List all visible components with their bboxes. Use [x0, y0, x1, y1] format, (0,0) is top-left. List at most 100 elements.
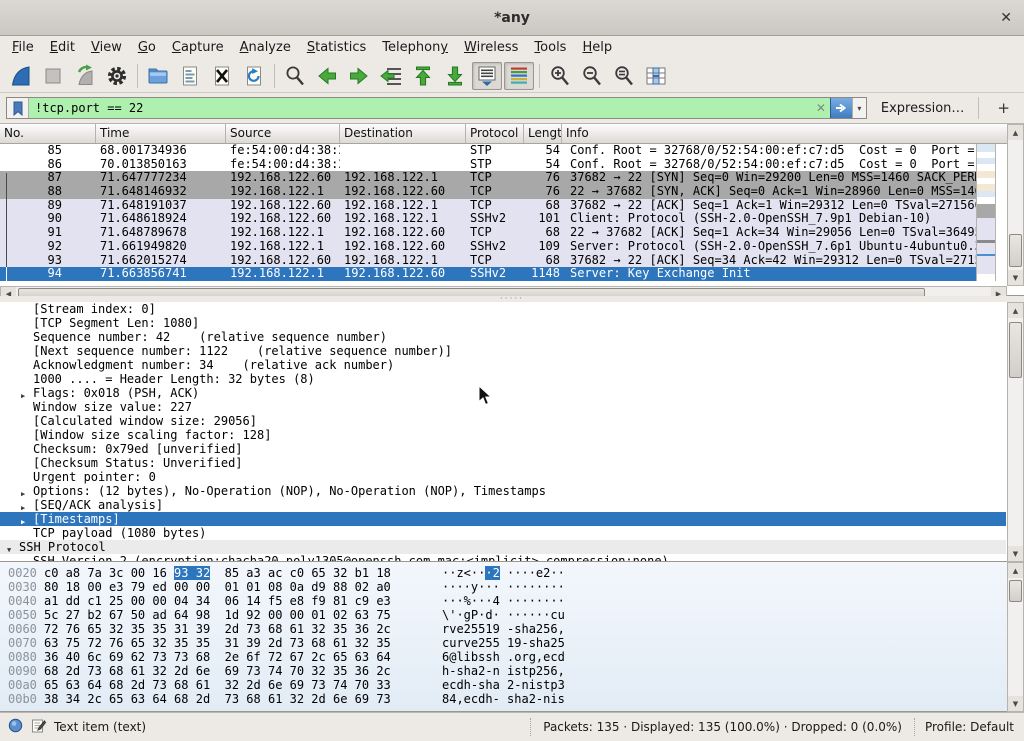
packet-row-94-selected[interactable]: 9471.663856741192.168.122.1192.168.122.6…: [0, 267, 976, 281]
detail-line[interactable]: [Stream index: 0]: [0, 302, 1006, 316]
expert-info-icon[interactable]: [8, 718, 23, 736]
capture-comment-icon[interactable]: [31, 718, 46, 736]
packet-row-85[interactable]: 8568.001734936fe:54:00:d4:38:2aSTP54Conf…: [0, 144, 976, 158]
detail-line-ssh-protocol[interactable]: ▼SSH Protocol: [0, 540, 1006, 554]
packet-row-87[interactable]: 8771.647777234192.168.122.60192.168.122.…: [0, 171, 976, 185]
packet-row-90[interactable]: 9071.648618924192.168.122.60192.168.122.…: [0, 212, 976, 226]
packet-bytes-pane: 0020c0 a8 7a 3c 00 16 93 32 85 a3 ac c0 …: [0, 562, 1024, 712]
close-icon[interactable]: ✕: [1000, 9, 1012, 27]
colorize-icon[interactable]: [504, 62, 534, 90]
scroll-up-icon[interactable]: ▲: [1008, 303, 1023, 318]
hex-row[interactable]: 007063 75 72 76 65 32 35 35 31 39 2d 73 …: [0, 636, 1024, 650]
menu-wireless[interactable]: Wireless: [456, 37, 526, 58]
reload-file-icon[interactable]: [239, 62, 269, 90]
packet-row-91[interactable]: 9171.648789678192.168.122.1192.168.122.6…: [0, 226, 976, 240]
detail-line[interactable]: Urgent pointer: 0: [0, 470, 1006, 484]
restart-capture-icon[interactable]: [70, 62, 100, 90]
col-length[interactable]: Length: [524, 124, 562, 143]
stop-capture-icon[interactable]: [38, 62, 68, 90]
go-first-packet-icon[interactable]: [408, 62, 438, 90]
start-capture-icon[interactable]: [6, 62, 36, 90]
packet-row-92[interactable]: 9271.661949820192.168.122.1192.168.122.6…: [0, 240, 976, 254]
packet-row-86[interactable]: 8670.013850163fe:54:00:d4:38:2aSTP54Conf…: [0, 158, 976, 172]
auto-scroll-icon[interactable]: [472, 62, 502, 90]
hex-row[interactable]: 008036 40 6c 69 62 73 73 68 2e 6f 72 67 …: [0, 650, 1024, 664]
col-no[interactable]: No.: [0, 124, 96, 143]
go-back-icon[interactable]: [312, 62, 342, 90]
packet-row-93[interactable]: 9371.662015274192.168.122.60192.168.122.…: [0, 254, 976, 268]
open-file-icon[interactable]: [143, 62, 173, 90]
menu-statistics[interactable]: Statistics: [299, 37, 374, 58]
detail-line[interactable]: 1000 .... = Header Length: 32 bytes (8): [0, 372, 1006, 386]
menu-telephony[interactable]: Telephony: [374, 37, 456, 58]
packet-row-88[interactable]: 8871.648146932192.168.122.1192.168.122.6…: [0, 185, 976, 199]
filter-input[interactable]: [29, 98, 812, 118]
detail-line-ssh-version[interactable]: ▶SSH Version 2 (encryption:chacha20-poly…: [0, 554, 1006, 562]
col-protocol[interactable]: Protocol: [466, 124, 524, 143]
detail-line-seq-ack[interactable]: ▶[SEQ/ACK analysis]: [0, 498, 1006, 512]
detail-line-timestamps-selected[interactable]: ▶[Timestamps]: [0, 512, 1006, 526]
go-to-packet-icon[interactable]: [376, 62, 406, 90]
detail-line-tcp-payload[interactable]: TCP payload (1080 bytes): [0, 526, 1006, 540]
filter-apply-icon[interactable]: [830, 98, 852, 118]
detail-line[interactable]: [Calculated window size: 29056]: [0, 414, 1006, 428]
col-info[interactable]: Info: [562, 124, 1007, 143]
detail-line[interactable]: [Checksum Status: Unverified]: [0, 456, 1006, 470]
title-bar[interactable]: *any ✕: [0, 0, 1024, 36]
profile-label[interactable]: Profile: Default: [925, 720, 1014, 734]
detail-line[interactable]: Acknowledgment number: 34 (relative ack …: [0, 358, 1006, 372]
menu-analyze[interactable]: Analyze: [232, 37, 299, 58]
detail-line[interactable]: [TCP Segment Len: 1080]: [0, 316, 1006, 330]
scroll-down-icon[interactable]: ▼: [1008, 696, 1023, 711]
add-filter-button[interactable]: +: [989, 99, 1018, 117]
expression-button[interactable]: Expression…: [881, 101, 965, 116]
filter-history-caret-icon[interactable]: ▾: [852, 98, 866, 118]
menu-tools[interactable]: Tools: [526, 37, 574, 58]
detail-line-flags[interactable]: ▶Flags: 0x018 (PSH, ACK): [0, 386, 1006, 400]
scroll-up-icon[interactable]: ▲: [1008, 563, 1023, 578]
menu-capture[interactable]: Capture: [164, 37, 232, 58]
hex-row[interactable]: 00a065 63 64 68 2d 73 68 61 32 2d 6e 69 …: [0, 678, 1024, 692]
hex-row[interactable]: 0040a1 dd c1 25 00 00 04 34 06 14 f5 e8 …: [0, 594, 1024, 608]
col-destination[interactable]: Destination: [340, 124, 466, 143]
capture-options-icon[interactable]: [102, 62, 132, 90]
details-vscrollbar[interactable]: ▲ ▼: [1007, 302, 1024, 562]
detail-line[interactable]: Sequence number: 42 (relative sequence n…: [0, 330, 1006, 344]
filter-clear-icon[interactable]: ✕: [812, 98, 830, 118]
hex-row[interactable]: 009068 2d 73 68 61 32 2d 6e 69 73 74 70 …: [0, 664, 1024, 678]
detail-line[interactable]: [Window size scaling factor: 128]: [0, 428, 1006, 442]
hex-vscrollbar[interactable]: ▲ ▼: [1007, 562, 1024, 712]
menu-help[interactable]: Help: [574, 37, 620, 58]
filter-bookmark-icon[interactable]: [7, 98, 29, 118]
zoom-in-icon[interactable]: [545, 62, 575, 90]
hex-row[interactable]: 00b038 34 2c 65 63 64 68 2d 73 68 61 32 …: [0, 692, 1024, 706]
scroll-up-icon[interactable]: ▲: [1008, 125, 1023, 140]
menu-file[interactable]: File: [4, 37, 42, 58]
detail-line-options[interactable]: ▶Options: (12 bytes), No-Operation (NOP)…: [0, 484, 1006, 498]
hex-row[interactable]: 00505c 27 b2 67 50 ad 64 98 1d 92 00 00 …: [0, 608, 1024, 622]
scroll-down-icon[interactable]: ▼: [1008, 546, 1023, 561]
scroll-down-icon[interactable]: ▼: [1008, 270, 1023, 285]
hex-row[interactable]: 0020c0 a8 7a 3c 00 16 93 32 85 a3 ac c0 …: [0, 566, 1024, 580]
intelligent-scrollbar-minimap[interactable]: [976, 144, 996, 281]
col-source[interactable]: Source: [226, 124, 340, 143]
menu-view[interactable]: View: [83, 37, 130, 58]
detail-line[interactable]: Window size value: 227: [0, 400, 1006, 414]
save-file-icon[interactable]: [175, 62, 205, 90]
hex-row[interactable]: 003080 18 00 e3 79 ed 00 00 01 01 08 0a …: [0, 580, 1024, 594]
go-last-packet-icon[interactable]: [440, 62, 470, 90]
find-packet-icon[interactable]: [280, 62, 310, 90]
detail-line[interactable]: Checksum: 0x79ed [unverified]: [0, 442, 1006, 456]
zoom-100-icon[interactable]: [609, 62, 639, 90]
zoom-out-icon[interactable]: [577, 62, 607, 90]
detail-line[interactable]: [Next sequence number: 1122 (relative se…: [0, 344, 1006, 358]
menu-go[interactable]: Go: [130, 37, 164, 58]
col-time[interactable]: Time: [96, 124, 226, 143]
hex-row[interactable]: 006072 76 65 32 35 35 31 39 2d 73 68 61 …: [0, 622, 1024, 636]
go-forward-icon[interactable]: [344, 62, 374, 90]
packet-list-vscrollbar[interactable]: ▲ ▼: [1007, 124, 1024, 286]
menu-edit[interactable]: Edit: [42, 37, 83, 58]
close-file-icon[interactable]: [207, 62, 237, 90]
packet-row-89[interactable]: 8971.648191037192.168.122.60192.168.122.…: [0, 199, 976, 213]
resize-columns-icon[interactable]: [641, 62, 671, 90]
